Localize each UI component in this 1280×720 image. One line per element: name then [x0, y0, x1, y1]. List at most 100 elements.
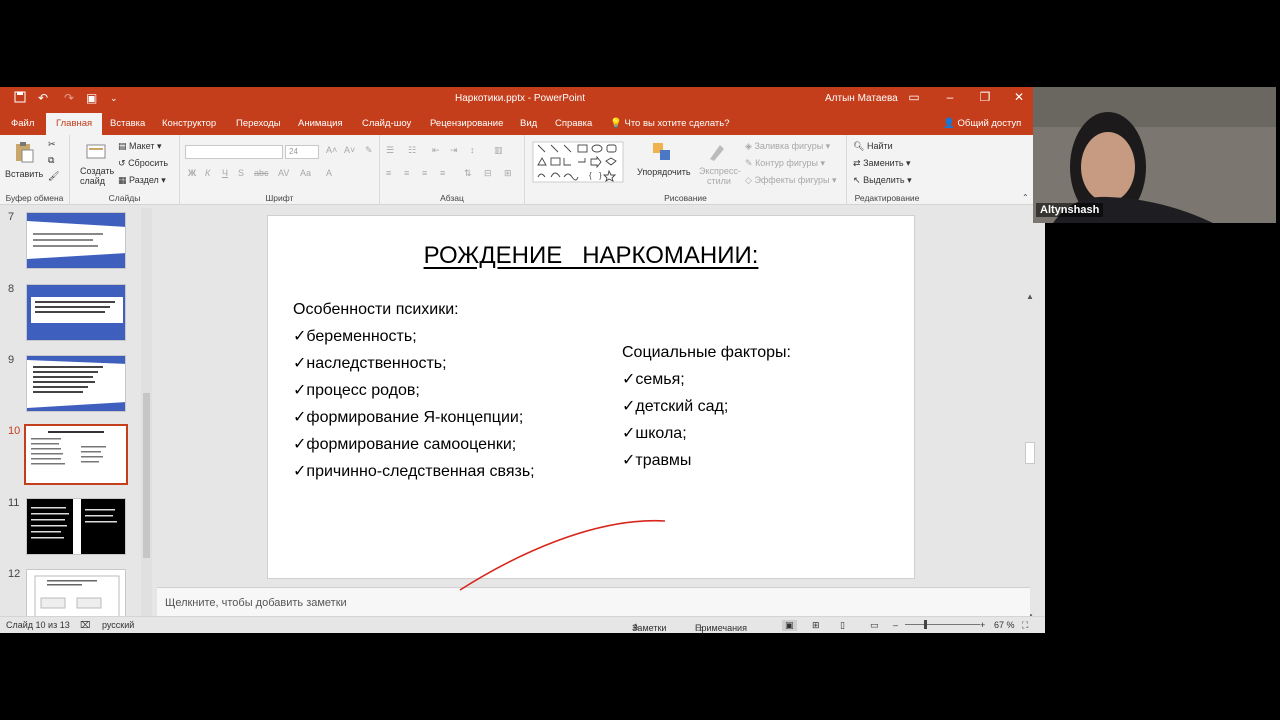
- section-button[interactable]: ▦ Раздел ▾: [118, 175, 166, 186]
- smartart-icon[interactable]: ⊞: [504, 168, 512, 179]
- shadow-button[interactable]: S: [238, 168, 244, 178]
- thumbnails-scrollbar[interactable]: [141, 208, 152, 620]
- zoom-slider-thumb[interactable]: [924, 620, 927, 629]
- slideshow-view-icon[interactable]: ▭: [870, 620, 879, 631]
- change-case-icon[interactable]: Aa: [300, 168, 311, 178]
- slide-thumbnail-10[interactable]: [24, 424, 128, 485]
- bold-button[interactable]: Ж: [188, 168, 196, 178]
- tab-design[interactable]: Конструктор: [162, 118, 216, 129]
- reset-button[interactable]: ↺ Сбросить: [118, 158, 168, 169]
- cut-icon[interactable]: ✂: [48, 139, 56, 150]
- tab-view[interactable]: Вид: [520, 118, 537, 129]
- group-label-drawing: Рисование: [664, 193, 707, 203]
- tab-insert[interactable]: Вставка: [110, 118, 145, 129]
- char-spacing-icon[interactable]: AV: [278, 168, 289, 178]
- numbering-icon[interactable]: ☷: [408, 145, 416, 156]
- slide-thumbnail-8[interactable]: [26, 284, 126, 341]
- user-name[interactable]: Алтын Матаева: [825, 93, 898, 104]
- zoom-out-icon[interactable]: –: [893, 620, 898, 630]
- tell-me-box[interactable]: 💡 Что вы хотите сделать?: [610, 118, 730, 129]
- increase-font-icon[interactable]: A˄: [326, 145, 337, 155]
- save-icon[interactable]: [14, 91, 26, 106]
- replace-button[interactable]: ⇄ Заменить ▾: [853, 158, 911, 169]
- italic-button[interactable]: К: [205, 168, 210, 178]
- editor-scroll-thumb[interactable]: [1025, 442, 1035, 464]
- decrease-indent-icon[interactable]: ⇤: [432, 145, 440, 156]
- group-drawing: {} Упорядочить Экспресс-стили ◈ Заливка …: [525, 135, 847, 205]
- quick-styles-button[interactable]: Экспресс-стили: [693, 139, 743, 186]
- normal-view-icon[interactable]: ▣: [782, 620, 797, 631]
- tab-slideshow[interactable]: Слайд-шоу: [362, 118, 411, 129]
- tab-home[interactable]: Главная: [46, 113, 103, 135]
- paste-button[interactable]: Вставить: [4, 139, 44, 183]
- align-right-icon[interactable]: ≡: [422, 168, 427, 178]
- editor-scrollbar[interactable]: ▲ ▼ ⇞ ⇟: [1023, 292, 1037, 633]
- reading-view-icon[interactable]: ▯: [840, 620, 845, 631]
- slide-thumbnail-7[interactable]: [26, 212, 126, 269]
- bullets-icon[interactable]: ☰: [386, 145, 394, 156]
- search-icon: 🔍︎: [853, 141, 865, 152]
- ribbon-display-icon[interactable]: ▭: [905, 90, 923, 104]
- select-button[interactable]: ↖ Выделить ▾: [853, 175, 912, 186]
- slide-thumbnail-9[interactable]: [26, 355, 126, 412]
- find-button[interactable]: 🔍︎ Найти: [853, 141, 893, 152]
- restore-icon[interactable]: ❐: [976, 90, 994, 104]
- copy-icon[interactable]: ⧉: [48, 155, 54, 166]
- line-spacing-icon[interactable]: ↕: [470, 145, 475, 155]
- font-size-field[interactable]: 24: [285, 145, 319, 159]
- justify-icon[interactable]: ≡: [440, 168, 445, 178]
- shape-effects-button[interactable]: ◇ Эффекты фигуры ▾: [745, 175, 836, 186]
- layout-button[interactable]: ▤ Макет ▾: [118, 141, 162, 152]
- decrease-font-icon[interactable]: A˅: [344, 145, 355, 155]
- start-slideshow-icon[interactable]: ▣: [86, 91, 97, 105]
- slide-thumbnail-12[interactable]: [26, 569, 126, 618]
- increase-indent-icon[interactable]: ⇥: [450, 145, 458, 156]
- thumbnails-scroll-thumb[interactable]: [143, 393, 150, 558]
- right-column[interactable]: Социальные факторы: семья; детский сад; …: [622, 339, 791, 474]
- minimize-icon[interactable]: –: [941, 90, 959, 104]
- slide-title[interactable]: РОЖДЕНИЕ НАРКОМАНИИ:: [268, 242, 914, 270]
- text-direction-icon[interactable]: ⇅: [464, 168, 472, 179]
- align-center-icon[interactable]: ≡: [404, 168, 409, 178]
- zoom-in-icon[interactable]: +: [980, 620, 985, 630]
- slide-sorter-icon[interactable]: ⊞: [812, 620, 820, 631]
- new-slide-button[interactable]: Создать слайд: [76, 139, 116, 187]
- tab-transitions[interactable]: Переходы: [236, 118, 281, 129]
- customize-toolbar-icon[interactable]: ⌄: [110, 93, 118, 104]
- notes-toggle-label: Заметки: [632, 623, 667, 633]
- tab-help[interactable]: Справка: [555, 118, 592, 129]
- slide-thumbnail-11[interactable]: [26, 498, 126, 555]
- underline-button[interactable]: Ч: [222, 168, 228, 178]
- arrange-icon: [653, 143, 670, 160]
- language-indicator[interactable]: русский: [102, 620, 134, 630]
- collapse-ribbon-icon[interactable]: ⌃: [1022, 193, 1029, 202]
- scroll-up-icon[interactable]: ▲: [1026, 292, 1034, 301]
- spell-check-icon[interactable]: ⌧: [80, 620, 90, 631]
- left-column[interactable]: Особенности психики: беременность; насле…: [293, 296, 535, 485]
- align-text-icon[interactable]: ⊟: [484, 168, 492, 179]
- strikethrough-icon[interactable]: abc: [254, 168, 269, 178]
- group-label-slides: Слайды: [108, 193, 141, 203]
- format-painter-icon[interactable]: 🖌: [48, 171, 59, 182]
- tab-animations[interactable]: Анимация: [298, 118, 343, 129]
- zoom-slider-track[interactable]: [905, 624, 980, 625]
- group-clipboard: Вставить ✂ ⧉ 🖌 Буфер обмена: [0, 135, 70, 205]
- tab-review[interactable]: Рецензирование: [430, 118, 503, 129]
- share-button[interactable]: 👤 Общий доступ: [943, 118, 1021, 129]
- clear-format-icon[interactable]: ✎: [365, 145, 373, 156]
- font-color-icon[interactable]: A: [326, 168, 332, 178]
- undo-icon[interactable]: ↶: [38, 91, 48, 105]
- shape-fill-button[interactable]: ◈ Заливка фигуры ▾: [745, 141, 830, 152]
- shape-outline-button[interactable]: ✎ Контур фигуры ▾: [745, 158, 825, 169]
- zoom-level[interactable]: 67 %: [994, 620, 1015, 630]
- close-icon[interactable]: ✕: [1010, 90, 1028, 104]
- tab-file[interactable]: Файл: [11, 118, 34, 129]
- reset-label: Сбросить: [128, 158, 169, 168]
- shapes-gallery[interactable]: {}: [531, 141, 631, 183]
- redo-icon[interactable]: ↷: [64, 91, 74, 105]
- columns-icon[interactable]: ▥: [494, 145, 503, 156]
- arrange-button[interactable]: Упорядочить: [637, 139, 691, 185]
- align-left-icon[interactable]: ≡: [386, 168, 391, 178]
- fit-to-window-icon[interactable]: ⛶: [1022, 620, 1028, 631]
- font-name-field[interactable]: [185, 145, 283, 159]
